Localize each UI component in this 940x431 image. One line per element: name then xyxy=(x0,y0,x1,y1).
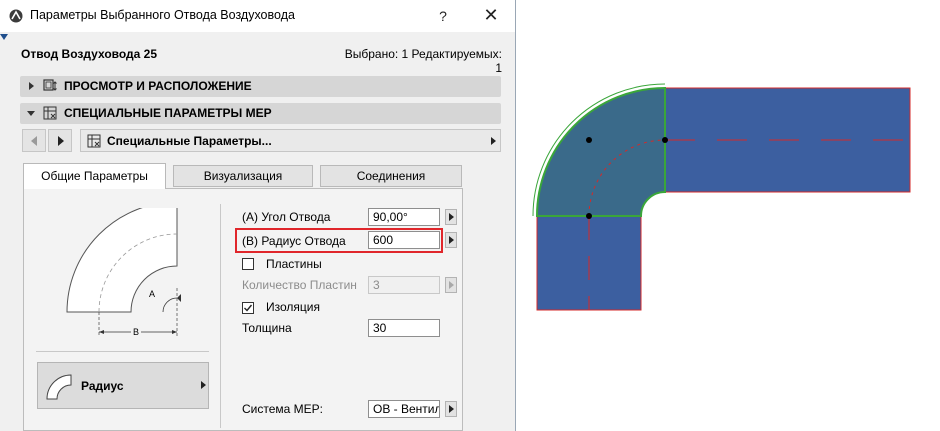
arrow-left-icon xyxy=(31,136,37,146)
angle-label: (A) Угол Отвода xyxy=(242,210,331,224)
mep-system-label: Система MEP: xyxy=(242,402,323,416)
checkmark-icon xyxy=(244,304,253,312)
window-title: Параметры Выбранного Отвода Воздуховода xyxy=(30,8,295,22)
parameter-page-dropdown[interactable]: Специальные Параметры... xyxy=(80,129,501,152)
plates-checkbox[interactable] xyxy=(242,258,254,270)
plate-count-options-button xyxy=(445,277,457,293)
elbow-center-hotspot[interactable] xyxy=(586,137,592,143)
thickness-label: Толщина xyxy=(242,321,292,335)
selected-elbow[interactable] xyxy=(535,86,666,217)
expand-triangle-icon xyxy=(29,82,34,90)
mep-settings-icon xyxy=(87,134,101,148)
tab-visualization[interactable]: Визуализация xyxy=(173,165,313,187)
object-name: Отвод Воздуховода 25 xyxy=(21,47,158,61)
close-button[interactable]: ✕ xyxy=(476,4,506,28)
elbow-preview-diagram xyxy=(66,208,181,336)
bend-shape-label: Радиус xyxy=(81,379,124,393)
radius-highlight-box xyxy=(235,228,443,253)
selection-count: Выбрано: 1 Редактируемых: 1 xyxy=(344,47,502,75)
panel-header-mep-params[interactable]: СПЕЦИАЛЬНЫЕ ПАРАМЕТРЫ MEP xyxy=(20,103,501,124)
insulation-checkbox[interactable] xyxy=(242,302,254,314)
angle-options-button[interactable] xyxy=(445,209,457,225)
tab-general[interactable]: Общие Параметры xyxy=(23,163,166,189)
angle-input[interactable]: 90,00° xyxy=(368,208,440,226)
mep-system-options-button[interactable] xyxy=(445,401,457,417)
help-button[interactable]: ? xyxy=(432,5,454,27)
angle-dimension-label: A xyxy=(149,289,156,299)
panel-header-view-placement[interactable]: ПРОСМОТР И РАСПОЛОЖЕНИЕ xyxy=(20,76,501,97)
panel-label: ПРОСМОТР И РАСПОЛОЖЕНИЕ xyxy=(64,79,252,93)
elbow-start-hotspot[interactable] xyxy=(586,213,592,219)
parameter-nav-bar: Специальные Параметры... xyxy=(20,129,501,152)
vertical-divider xyxy=(220,204,221,428)
collapse-triangle-icon xyxy=(27,111,35,116)
panel-label: СПЕЦИАЛЬНЫЕ ПАРАМЕТРЫ MEP xyxy=(64,106,272,120)
thickness-input[interactable]: 30 xyxy=(368,319,440,337)
archicad-app-icon xyxy=(9,9,23,23)
elbow-end-hotspot[interactable] xyxy=(662,137,668,143)
question-mark-icon: ? xyxy=(439,8,447,24)
previous-page-button[interactable] xyxy=(22,129,46,152)
dropdown-arrow-icon xyxy=(201,381,206,389)
tab-connections[interactable]: Соединения xyxy=(320,165,462,187)
arrow-right-icon xyxy=(58,136,64,146)
window-edge-marker-icon xyxy=(0,34,8,40)
close-icon: ✕ xyxy=(483,5,499,25)
plates-label: Пластины xyxy=(266,257,322,271)
mep-system-select[interactable]: ОВ - Вентил xyxy=(368,400,440,418)
bend-shape-button[interactable]: Радиус xyxy=(37,362,209,409)
plate-count-label: Количество Пластин xyxy=(242,278,357,292)
next-page-button[interactable] xyxy=(48,129,72,152)
mep-settings-icon xyxy=(43,106,57,120)
dialog-window: Параметры Выбранного Отвода Воздуховода … xyxy=(0,0,516,431)
floor-plan-icon xyxy=(43,79,57,91)
radius-dimension-label: B xyxy=(131,327,142,337)
plate-count-input: 3 xyxy=(368,276,440,294)
radius-elbow-icon xyxy=(46,374,72,400)
dropdown-arrow-icon xyxy=(491,137,496,145)
dropdown-selected-value: Специальные Параметры... xyxy=(107,134,272,148)
insulation-label: Изоляция xyxy=(266,300,320,314)
radius-options-button[interactable] xyxy=(445,232,457,248)
duct-elbow-plan-view xyxy=(532,83,911,311)
title-bar[interactable]: Параметры Выбранного Отвода Воздуховода … xyxy=(0,0,515,32)
horizontal-divider xyxy=(36,351,209,352)
